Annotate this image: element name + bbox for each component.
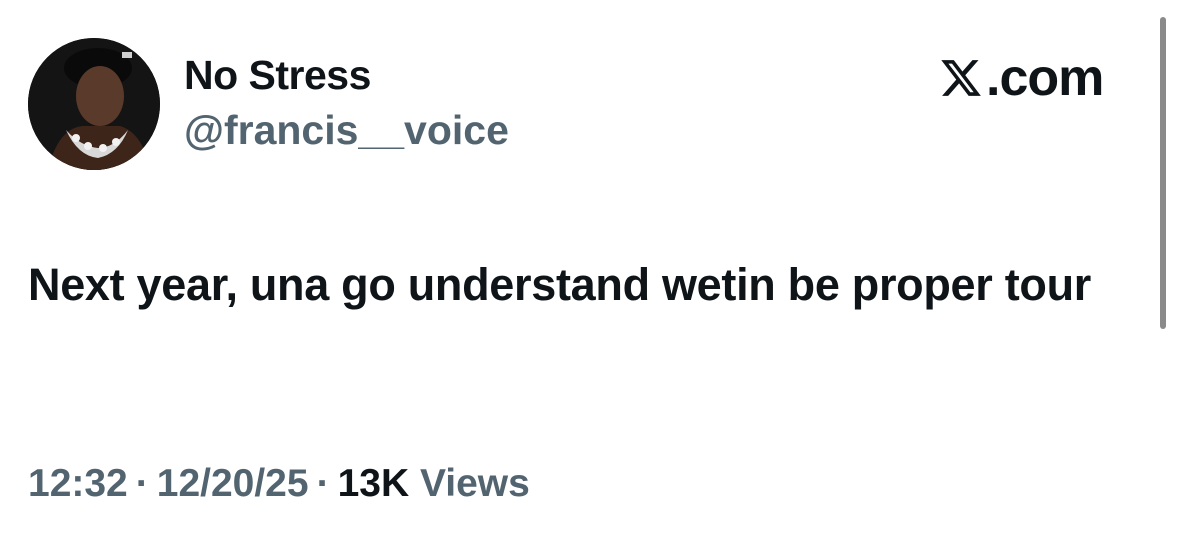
avatar[interactable]	[28, 38, 160, 170]
display-name[interactable]: No Stress	[184, 52, 371, 99]
tweet-date[interactable]: 12/20/25	[157, 462, 309, 505]
tweet-meta: 12:32 · 12/20/25 · 13K Views	[28, 462, 530, 506]
brand-watermark: .com	[938, 49, 1104, 107]
scrollbar[interactable]	[1160, 17, 1166, 329]
profile-photo	[28, 38, 160, 170]
tweet-time[interactable]: 12:32	[28, 462, 128, 505]
user-handle[interactable]: @francis__voice	[184, 107, 509, 154]
tweet-text: Next year, una go understand wetin be pr…	[28, 259, 1091, 310]
brand-text: .com	[986, 49, 1104, 107]
separator: ·	[135, 462, 149, 505]
separator: ·	[316, 462, 330, 505]
x-logo-icon	[941, 60, 981, 96]
tweet-card: No Stress @francis__voice .com Next year…	[0, 0, 1179, 542]
views-count: 13K	[337, 462, 410, 505]
views-label: Views	[419, 462, 530, 505]
